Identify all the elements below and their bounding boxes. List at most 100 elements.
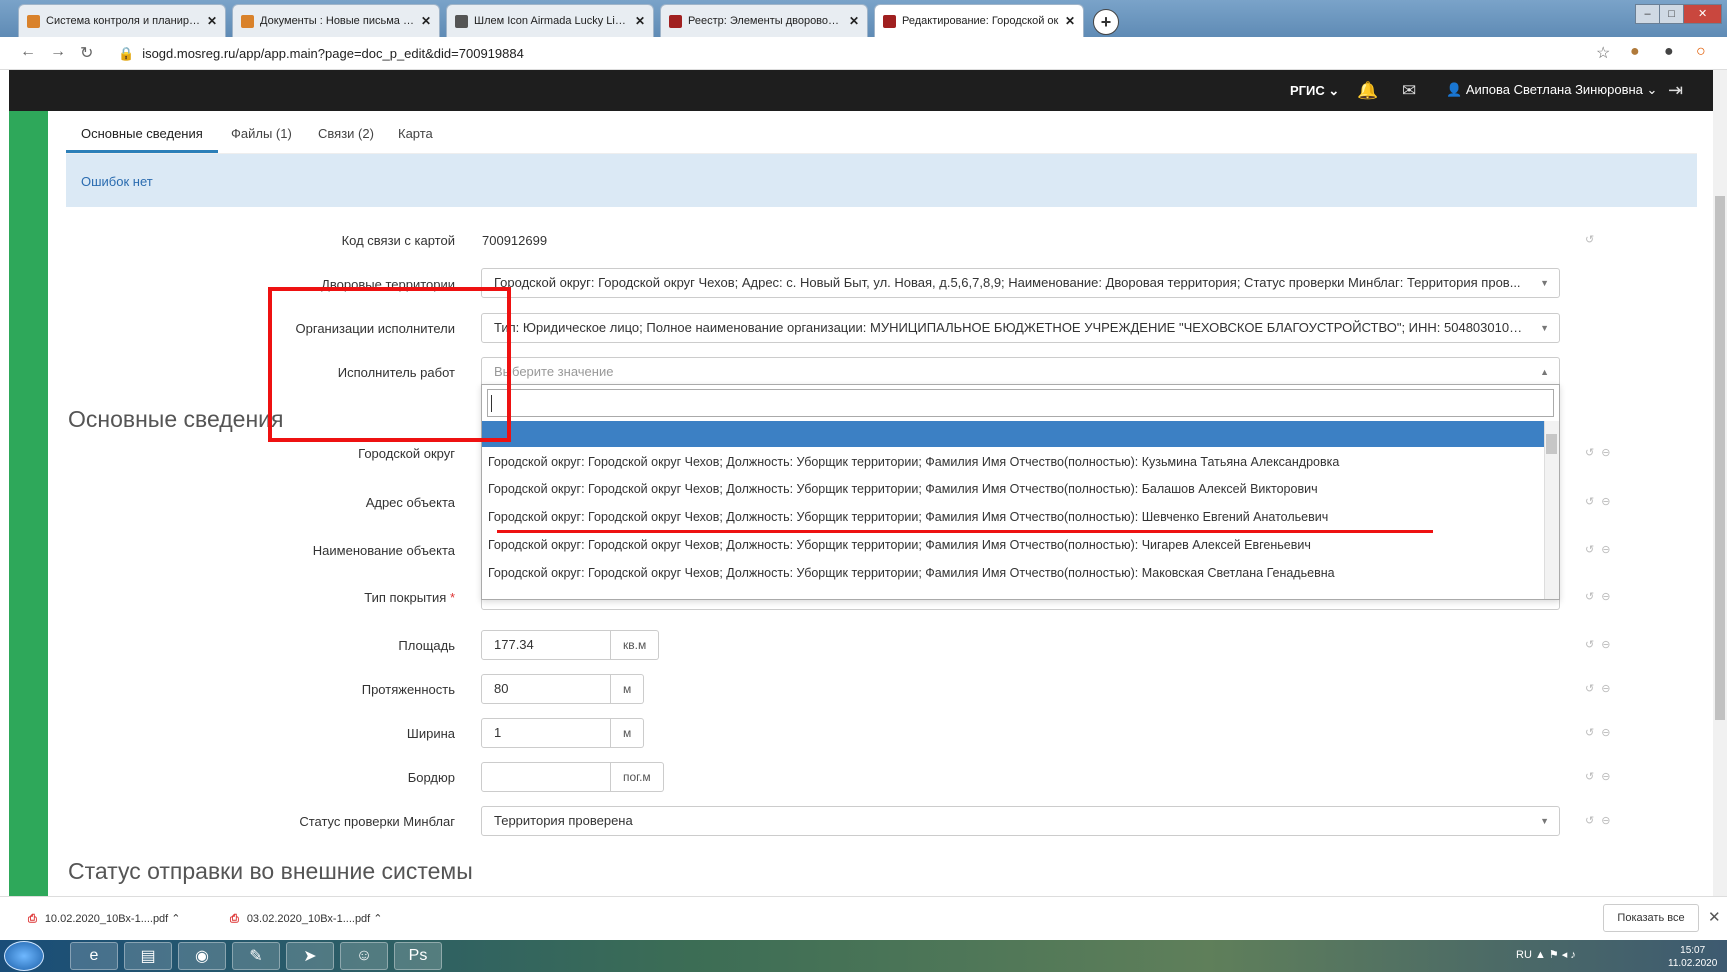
close-downloads-icon[interactable]: ✕ [1708,908,1721,926]
status-select[interactable]: Территория проверена ▼ [481,806,1560,836]
history-icon[interactable]: ↺ ⊖ [1585,590,1613,603]
dropdown-highlighted-option[interactable] [482,421,1544,447]
section-main-title: Основные сведения [68,406,284,432]
length-input[interactable]: 80 [481,674,611,704]
history-icon[interactable]: ↺ ⊖ [1585,682,1613,695]
history-icon[interactable]: ↺ [1585,233,1596,246]
close-tab-icon[interactable]: ✕ [1065,14,1075,28]
cover-type-label: Тип покрытия * [364,590,455,605]
yard-select[interactable]: Городской округ: Городской округ Чехов; … [481,268,1560,298]
logout-icon[interactable]: ⇥ [1668,80,1683,101]
width-input[interactable]: 1 [481,718,611,748]
back-icon[interactable]: ← [20,43,36,61]
clock[interactable]: 15:07 11.02.2020 [1668,944,1717,970]
tab-links[interactable]: Связи (2) [318,126,374,141]
user-menu[interactable]: 👤 Аипова Светлана Зинюровна ⌄ [1446,82,1657,98]
start-button[interactable] [4,941,44,971]
account-icon[interactable]: ● [1664,43,1674,61]
content-tabs [66,111,1697,154]
status-label: Статус проверки Минблаг [299,814,455,829]
length-unit: м [611,674,645,704]
inbox-icon[interactable]: ✉ [1402,81,1416,101]
history-icon[interactable]: ↺ ⊖ [1585,638,1613,651]
tab-favicon-icon [669,14,682,28]
opera-icon[interactable]: ○ [1696,43,1706,61]
tab-favicon-icon [241,14,254,28]
browser-tab-active[interactable]: Редактирование: Городской ок ✕ [874,4,1084,37]
area-label: Площадь [398,638,455,653]
download-item[interactable]: ⎙ 03.02.2020_10Вх-1....pdf ⌃ [230,912,383,926]
link-code-label: Код связи с картой [341,233,455,248]
dropdown-option[interactable]: Городской округ: Городской округ Чехов; … [488,510,1328,524]
bell-icon[interactable]: 🔔 [1357,81,1378,101]
history-icon[interactable]: ↺ ⊖ [1585,446,1613,459]
window-close-icon[interactable]: ✕ [1683,4,1723,24]
area-unit: кв.м [611,630,660,660]
executor-select[interactable]: Выберите значение ▲ [481,357,1560,387]
extension-icon[interactable]: ● [1630,43,1640,61]
dropdown-option[interactable]: Городской округ: Городской округ Чехов; … [488,482,1318,496]
ie-icon[interactable]: e [70,942,118,970]
minimize-icon[interactable]: – [1635,4,1661,24]
city-label: Городской округ [358,446,455,461]
required-mark: * [449,590,455,605]
chevron-up-icon[interactable]: ⌃ [373,913,382,925]
photoshop-icon[interactable]: Ps [394,942,442,970]
dropdown-option[interactable]: Городской округ: Городской округ Чехов; … [488,455,1339,469]
system-tray[interactable]: RU ▲ ⚑ ◂ ♪ [1516,948,1576,961]
url-field[interactable]: 🔒 isogd.mosreg.ru/app/app.main?page=doc_p… [118,46,524,62]
history-icon[interactable]: ↺ ⊖ [1585,726,1613,739]
annotation-red-rectangle [268,287,511,442]
chevron-up-icon[interactable]: ⌃ [171,913,180,925]
chevron-down-icon: ⌄ [1646,82,1658,97]
history-icon[interactable]: ↺ ⊖ [1585,814,1613,827]
errors-panel [66,154,1697,207]
page-scroll-thumb[interactable] [1715,196,1725,720]
tab-favicon-icon [883,14,896,28]
dropdown-search-input[interactable] [487,389,1554,417]
org-select[interactable]: Тип: Юридическое лицо; Полное наименован… [481,313,1560,343]
history-icon[interactable]: ↺ ⊖ [1585,495,1613,508]
close-tab-icon[interactable]: ✕ [635,14,645,28]
chevron-down-icon: ▼ [1540,816,1549,826]
section-ext-title: Статус отправки во внешние системы [68,858,473,884]
forward-icon[interactable]: → [50,43,66,61]
explorer-icon[interactable]: ▤ [124,942,172,970]
tab-favicon-icon [27,14,40,28]
browser-tab[interactable]: Документы : Новые письма | Эл ✕ [232,4,440,37]
dropdown-scroll-thumb[interactable] [1546,434,1557,454]
tab-map[interactable]: Карта [398,126,433,141]
bookmark-star-icon[interactable]: ☆ [1596,43,1610,63]
rgis-menu[interactable]: РГИС ⌄ [1290,83,1339,99]
annotation-red-underline [497,530,1433,533]
people-icon[interactable]: ☺ [340,942,388,970]
close-tab-icon[interactable]: ✕ [849,14,859,28]
history-icon[interactable]: ↺ ⊖ [1585,543,1613,556]
download-item[interactable]: ⎙ 10.02.2020_10Вх-1....pdf ⌃ [28,912,181,926]
paint-icon[interactable]: ✎ [232,942,280,970]
dropdown-option[interactable]: Городской округ: Городской округ Чехов; … [488,566,1335,580]
browser-tab[interactable]: Шлем Icon Airmada Lucky Lid 2 - ✕ [446,4,654,37]
link-code-value: 700912699 [482,233,548,248]
reload-icon[interactable]: ↻ [80,43,93,63]
tab-files[interactable]: Файлы (1) [231,126,292,141]
browser-tab[interactable]: Реестр: Элементы дворовой тер ✕ [660,4,868,37]
browser-tab[interactable]: Система контроля и планирова ✕ [18,4,226,37]
curb-input[interactable] [481,762,611,792]
chrome-icon[interactable]: ◉ [178,942,226,970]
history-icon[interactable]: ↺ ⊖ [1585,770,1613,783]
dropdown-option[interactable]: Городской округ: Городской округ Чехов; … [488,538,1311,552]
width-unit: м [611,718,645,748]
tab-main[interactable]: Основные сведения [81,126,203,141]
area-input[interactable]: 177.34 [481,630,611,660]
pdf-icon: ⎙ [28,913,37,925]
chevron-down-icon: ▼ [1540,278,1549,288]
close-tab-icon[interactable]: ✕ [207,14,217,28]
new-tab-button[interactable]: + [1093,9,1119,35]
pdf-icon: ⎙ [230,913,239,925]
close-tab-icon[interactable]: ✕ [421,14,431,28]
maximize-icon[interactable]: □ [1659,4,1685,24]
telegram-icon[interactable]: ➤ [286,942,334,970]
chevron-up-icon: ▲ [1540,367,1549,377]
show-all-downloads-button[interactable]: Показать все [1603,904,1699,932]
